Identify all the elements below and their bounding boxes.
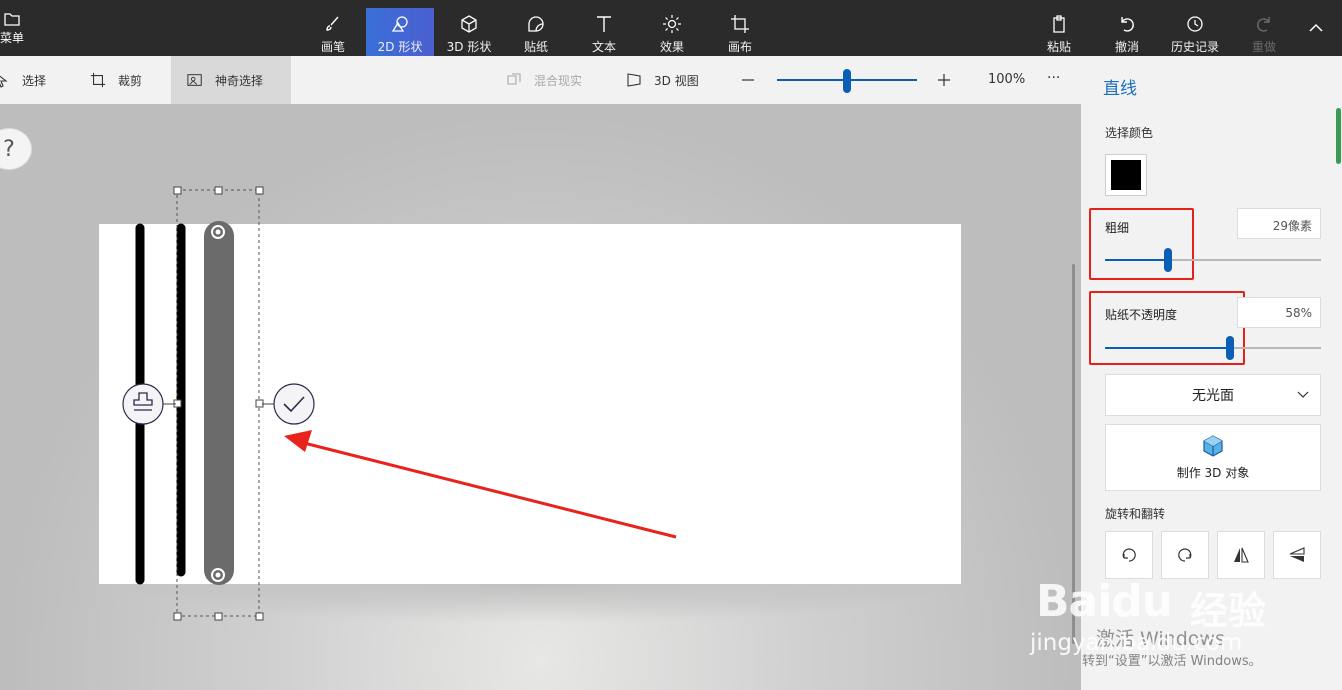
rotate-left-button[interactable]	[1105, 531, 1153, 579]
commit-checkmark-button[interactable]	[273, 383, 315, 425]
opacity-input[interactable]: 58%	[1237, 297, 1321, 328]
opacity-slider-thumb[interactable]	[1226, 336, 1235, 360]
select-color-label: 选择颜色	[1105, 126, 1154, 140]
rotate-right-button[interactable]	[1161, 531, 1209, 579]
history-icon	[1185, 14, 1205, 34]
chevron-down-icon	[1297, 391, 1309, 398]
rotate-flip-label: 旋转和翻转	[1105, 507, 1166, 521]
resize-handle[interactable]	[255, 399, 264, 408]
resize-handle[interactable]	[214, 186, 223, 195]
undo-icon	[1117, 14, 1137, 34]
rotate-left-icon	[1122, 548, 1136, 562]
stamp-button[interactable]	[122, 383, 164, 425]
3d-cube-icon	[1203, 435, 1223, 457]
undo-label: 撤消	[1114, 40, 1139, 54]
color-swatch-fill	[1111, 160, 1141, 190]
make-3d-label: 制作 3D 对象	[1176, 466, 1250, 480]
canvas-drawing-layer	[122, 186, 677, 621]
sticker-opacity-label: 贴纸不透明度	[1105, 308, 1178, 322]
make-3d-button[interactable]: 制作 3D 对象	[1105, 424, 1321, 491]
finish-dropdown[interactable]: 无光面	[1105, 374, 1321, 416]
rotate-right-icon	[1178, 548, 1192, 562]
opacity-slider-fill	[1105, 347, 1231, 349]
selected-line-shape[interactable]	[204, 221, 234, 585]
undo-button[interactable]: 撤消	[1111, 8, 1143, 56]
thickness-label: 粗细	[1105, 221, 1130, 235]
collapse-chevron-up-icon[interactable]	[1306, 18, 1326, 38]
resize-handle[interactable]	[214, 612, 223, 621]
resize-handle[interactable]	[173, 612, 182, 621]
history-label: 历史记录	[1170, 40, 1219, 54]
resize-handle[interactable]	[173, 186, 182, 195]
redo-label: 重做	[1251, 40, 1276, 54]
panel-title: 直线	[1103, 79, 1137, 99]
history-button[interactable]: 历史记录	[1168, 8, 1222, 56]
line-endpoint-dot	[215, 572, 221, 578]
flip-horizontal-icon	[1234, 547, 1249, 563]
redo-icon	[1254, 14, 1274, 34]
thickness-slider-fill	[1105, 259, 1168, 261]
color-swatch[interactable]	[1105, 154, 1147, 196]
panel-scrollbar[interactable]	[1336, 108, 1341, 164]
flip-vertical-button[interactable]	[1273, 531, 1321, 579]
properties-panel: 直线 选择颜色 粗细 29像素 贴纸不透明度 58% 无光面 制作 3D 对象 …	[1081, 56, 1342, 690]
annotation-arrow	[284, 430, 677, 539]
redo-button[interactable]: 重做	[1248, 8, 1280, 56]
thickness-input[interactable]: 29像素	[1237, 208, 1321, 239]
thickness-slider-thumb[interactable]	[1163, 248, 1172, 272]
flip-vertical-icon	[1289, 547, 1305, 562]
highlight-box	[1089, 291, 1245, 365]
flip-horizontal-button[interactable]	[1217, 531, 1265, 579]
resize-handle[interactable]	[255, 186, 264, 195]
line-endpoint-dot	[215, 229, 221, 235]
resize-handle[interactable]	[255, 612, 264, 621]
finish-value: 无光面	[1192, 388, 1234, 404]
